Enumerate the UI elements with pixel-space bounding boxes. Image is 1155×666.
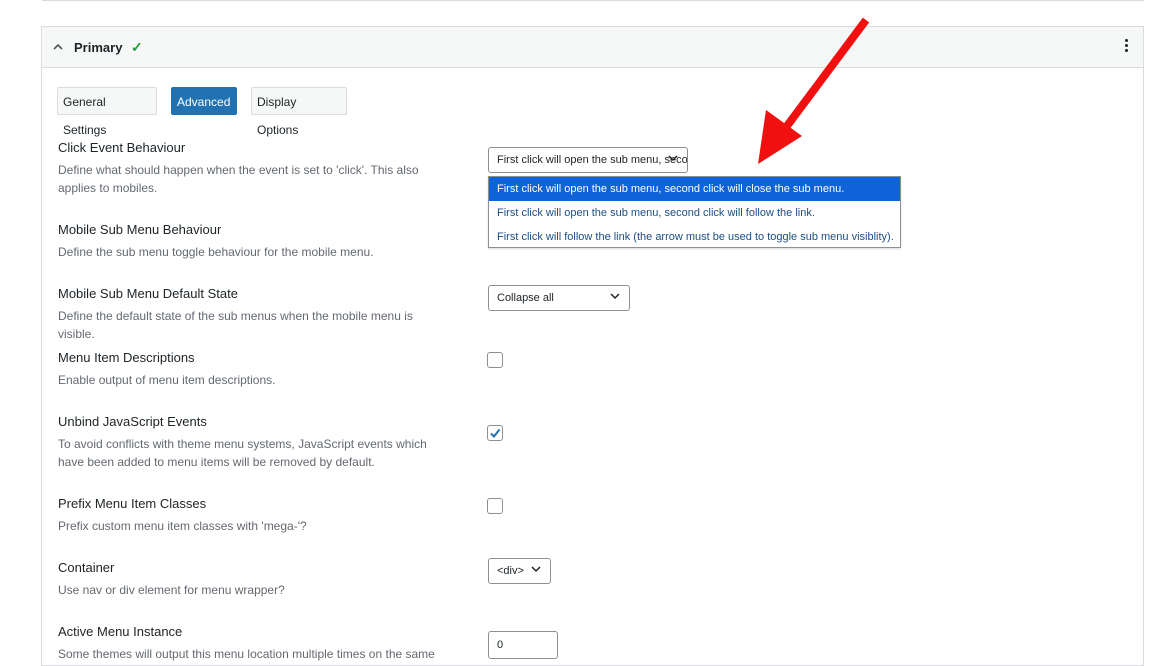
dropdown-option[interactable]: First click will open the sub menu, seco… <box>489 201 900 225</box>
chevron-down-icon <box>610 293 620 300</box>
chevron-up-icon[interactable] <box>52 41 64 53</box>
tab-display-options[interactable]: Display Options <box>251 87 347 137</box>
kebab-menu-icon[interactable] <box>1123 38 1129 56</box>
container-select-value: <div> <box>497 565 524 577</box>
unbind-js-title: Unbind JavaScript Events <box>58 414 207 429</box>
top-divider <box>42 0 1144 1</box>
click-event-desc: Define what should happen when the event… <box>58 163 419 195</box>
active-instance-desc: Some themes will output this menu locati… <box>58 647 435 661</box>
chevron-down-icon <box>668 155 678 162</box>
chevron-down-icon <box>531 566 541 573</box>
mobile-sub-menu-desc: Define the sub menu toggle behaviour for… <box>58 245 374 259</box>
panel-title: Primary <box>74 40 123 55</box>
container-select[interactable]: <div> <box>488 558 551 584</box>
click-event-title: Click Event Behaviour <box>58 140 186 155</box>
tab-advanced[interactable]: Advanced <box>171 87 237 115</box>
mobile-sub-menu-title: Mobile Sub Menu Behaviour <box>58 222 222 237</box>
container-desc: Use nav or div element for menu wrapper? <box>58 583 285 597</box>
container-title: Container <box>58 560 115 575</box>
descriptions-checkbox[interactable] <box>487 352 503 368</box>
descriptions-title: Menu Item Descriptions <box>58 350 195 365</box>
tab-general-settings[interactable]: General Settings <box>57 87 157 137</box>
active-instance-input[interactable]: 0 <box>488 631 558 659</box>
mobile-default-state-desc: Define the default state of the sub menu… <box>58 309 413 341</box>
prefix-classes-title: Prefix Menu Item Classes <box>58 496 207 511</box>
annotation-arrow-icon <box>758 17 870 164</box>
dropdown-option[interactable]: First click will follow the link (the ar… <box>489 225 900 249</box>
descriptions-desc: Enable output of menu item descriptions. <box>58 373 276 387</box>
dropdown-option[interactable]: First click will open the sub menu, seco… <box>489 177 900 201</box>
check-icon: ✓ <box>131 39 143 55</box>
prefix-classes-checkbox[interactable] <box>487 498 503 514</box>
mobile-default-state-title: Mobile Sub Menu Default State <box>58 286 238 301</box>
menu-settings-panel: Primary ✓ General Settings Advanced Disp… <box>41 26 1144 666</box>
checkmark-icon <box>490 428 501 439</box>
click-event-dropdown: First click will open the sub menu, seco… <box>488 176 901 248</box>
click-event-select-value: First click will open the sub menu, seco… <box>497 154 687 166</box>
panel-header[interactable]: Primary ✓ <box>42 27 1143 68</box>
active-instance-title: Active Menu Instance <box>58 624 183 639</box>
unbind-js-checkbox[interactable] <box>487 425 503 441</box>
click-event-select[interactable]: First click will open the sub menu, seco… <box>488 147 688 173</box>
mobile-default-state-select[interactable]: Collapse all <box>488 285 630 311</box>
prefix-classes-desc: Prefix custom menu item classes with 'me… <box>58 519 307 533</box>
unbind-js-desc: To avoid conflicts with theme menu syste… <box>58 437 427 469</box>
